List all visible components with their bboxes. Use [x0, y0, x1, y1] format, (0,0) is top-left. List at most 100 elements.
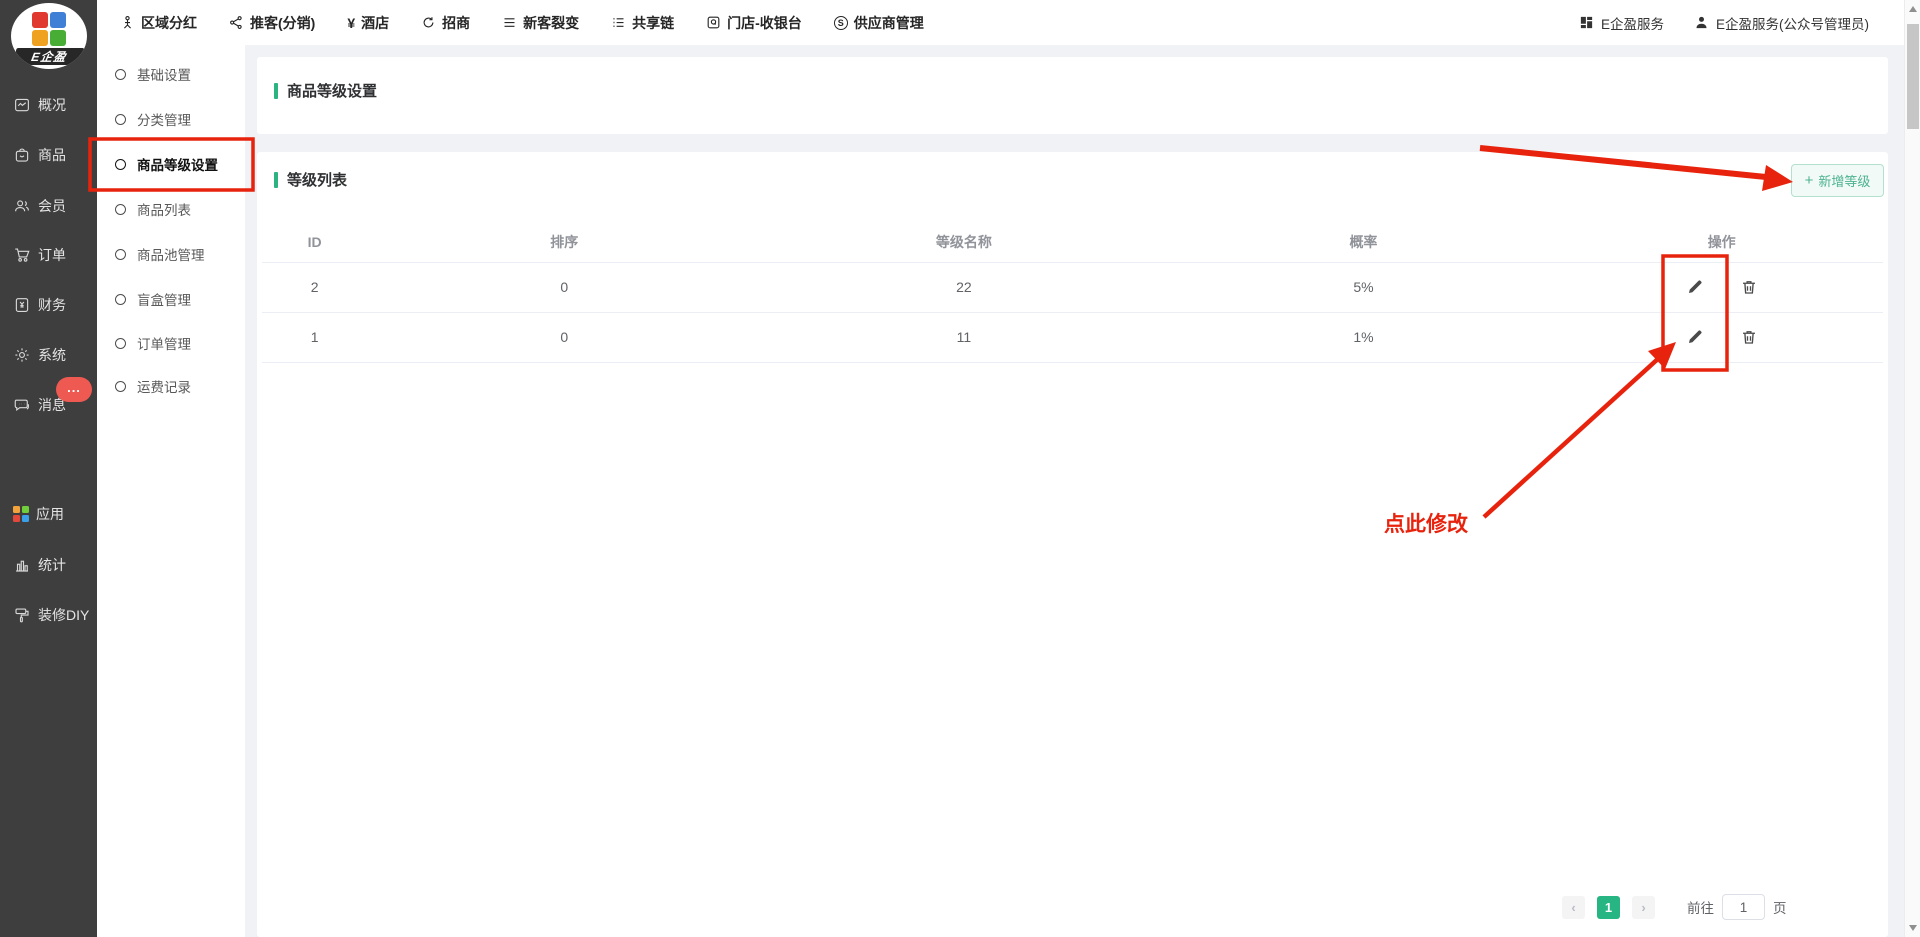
nav-label: 推客(分销): [250, 13, 315, 33]
submenu-label: 商品池管理: [137, 244, 205, 264]
members-icon: [13, 197, 31, 215]
submenu-item-basic-settings[interactable]: 基础设置: [97, 62, 245, 86]
col-header-id: ID: [262, 222, 367, 262]
add-level-button[interactable]: + 新增等级: [1791, 164, 1884, 197]
account-menu[interactable]: E企盈服务(公众号管理员): [1694, 13, 1869, 33]
nav-label: 招商: [442, 13, 470, 33]
level-table: ID 排序 等级名称 概率 操作 2 0 22 5%: [262, 222, 1883, 363]
nav-new-customer-fission[interactable]: 新客裂变: [502, 13, 579, 33]
current-page-button[interactable]: 1: [1597, 896, 1620, 919]
vertical-scrollbar: [1904, 0, 1920, 937]
nav-share-chain[interactable]: 共享链: [611, 13, 674, 33]
scroll-down-arrow-icon[interactable]: [1909, 925, 1917, 931]
nav-region-dividend[interactable]: 区域分红: [120, 13, 197, 33]
submenu-item-freight-records[interactable]: 运费记录: [97, 374, 245, 398]
submenu-item-blind-box[interactable]: 盲盒管理: [97, 287, 245, 311]
sidebar-item-members[interactable]: 会员: [0, 193, 97, 219]
pagination: ‹ 1 › 前往 页: [1562, 894, 1787, 920]
topbar-right: E企盈服务 E企盈服务(公众号管理员): [1579, 13, 1904, 33]
sidebar-item-finance[interactable]: 财务: [0, 292, 97, 318]
user-icon: [1694, 15, 1709, 30]
submenu-label: 分类管理: [137, 109, 191, 129]
submenu-item-goods-level-settings[interactable]: 商品等级设置: [97, 152, 245, 176]
add-level-label: 新增等级: [1818, 171, 1870, 190]
sidebar-label: 统计: [38, 555, 66, 575]
sidebar-label: 装修DIY: [38, 605, 89, 625]
primary-sidebar: E企盈 概况 商品 会员 订单 财务 系统 消息 ...: [0, 0, 97, 937]
radio-circle-icon: [115, 338, 126, 349]
gear-icon: [13, 346, 31, 364]
top-navbar: 区域分红 推客(分销) ¥ 酒店 招商 新客裂变 共享链 门店-收银台 S 供应…: [97, 0, 1904, 45]
cell-sort: 0: [367, 262, 761, 312]
submenu-label: 盲盒管理: [137, 289, 191, 309]
trash-icon: [1740, 328, 1758, 346]
sidebar-item-apps[interactable]: 应用: [0, 501, 97, 527]
yen-icon: ¥: [347, 15, 355, 31]
nav-store-cashier[interactable]: 门店-收银台: [706, 13, 802, 33]
submenu-label: 商品等级设置: [137, 154, 218, 174]
col-header-actions: 操作: [1560, 222, 1883, 262]
page-title: 商品等级设置: [287, 80, 377, 101]
prev-page-button[interactable]: ‹: [1562, 896, 1585, 919]
delete-button[interactable]: [1740, 278, 1758, 296]
page-title-card: 商品等级设置: [257, 57, 1888, 134]
nav-supplier-management[interactable]: S 供应商管理: [834, 13, 924, 33]
logo-text: E企盈: [14, 48, 85, 65]
nav-investment[interactable]: 招商: [421, 13, 470, 33]
service-menu[interactable]: E企盈服务: [1579, 13, 1664, 33]
radio-circle-icon: [115, 249, 126, 260]
account-label: E企盈服务(公众号管理员): [1716, 13, 1869, 33]
radio-circle-icon: [115, 159, 126, 170]
sidebar-item-goods[interactable]: 商品: [0, 142, 97, 168]
nav-hotel[interactable]: ¥ 酒店: [347, 13, 389, 33]
list-icon: [611, 15, 626, 30]
col-header-level-name: 等级名称: [761, 222, 1166, 262]
sidebar-item-overview[interactable]: 概况: [0, 92, 97, 118]
cell-level-name: 11: [761, 312, 1166, 362]
cell-probability: 5%: [1167, 262, 1561, 312]
secondary-sidebar: 基础设置 分类管理 商品等级设置 商品列表 商品池管理 盲盒管理 订单管理 运费…: [97, 45, 245, 937]
edit-button[interactable]: [1686, 328, 1704, 346]
app-logo: E企盈: [11, 3, 87, 69]
scrollbar-thumb[interactable]: [1907, 24, 1919, 129]
submenu-label: 商品列表: [137, 199, 191, 219]
message-bubble-icon: [13, 396, 31, 414]
sidebar-item-orders[interactable]: 订单: [0, 242, 97, 268]
submenu-item-order-management[interactable]: 订单管理: [97, 331, 245, 355]
next-page-button[interactable]: ›: [1632, 896, 1655, 919]
page-suffix-label: 页: [1773, 897, 1787, 917]
col-header-sort: 排序: [367, 222, 761, 262]
nav-tuike-distribution[interactable]: 推客(分销): [229, 13, 315, 33]
apps-grid-icon: [13, 506, 29, 522]
radio-circle-icon: [115, 114, 126, 125]
sidebar-item-statistics[interactable]: 统计: [0, 552, 97, 578]
submenu-item-category-management[interactable]: 分类管理: [97, 107, 245, 131]
edit-button[interactable]: [1686, 278, 1704, 296]
level-list-card: 等级列表 + 新增等级 ID 排序 等级名称 概率 操作 2 0: [257, 152, 1888, 937]
scroll-up-arrow-icon[interactable]: [1909, 6, 1917, 12]
sidebar-label: 财务: [38, 295, 66, 315]
delete-button[interactable]: [1740, 328, 1758, 346]
table-header-row: ID 排序 等级名称 概率 操作: [262, 222, 1883, 262]
pencil-icon: [1686, 278, 1704, 296]
col-header-probability: 概率: [1167, 222, 1561, 262]
trash-icon: [1740, 278, 1758, 296]
nav-label: 区域分红: [141, 13, 197, 33]
share-icon: [229, 15, 244, 30]
supplier-icon: S: [834, 16, 848, 30]
nav-label: 共享链: [632, 13, 674, 33]
store-cashier-icon: [706, 15, 721, 30]
submenu-item-goods-list[interactable]: 商品列表: [97, 197, 245, 221]
section-title: 等级列表: [287, 169, 347, 190]
cell-level-name: 22: [761, 262, 1166, 312]
sidebar-item-system[interactable]: 系统: [0, 342, 97, 368]
submenu-label: 订单管理: [137, 333, 191, 353]
pencil-icon: [1686, 328, 1704, 346]
logo-grid-icon: [32, 12, 66, 46]
submenu-item-goods-pool[interactable]: 商品池管理: [97, 242, 245, 266]
page-number-input[interactable]: [1722, 894, 1765, 920]
region-dividend-icon: [120, 15, 135, 30]
plus-icon: +: [1805, 172, 1814, 189]
sidebar-item-decorate-diy[interactable]: 装修DIY: [0, 602, 97, 628]
goto-label: 前往: [1687, 897, 1714, 917]
